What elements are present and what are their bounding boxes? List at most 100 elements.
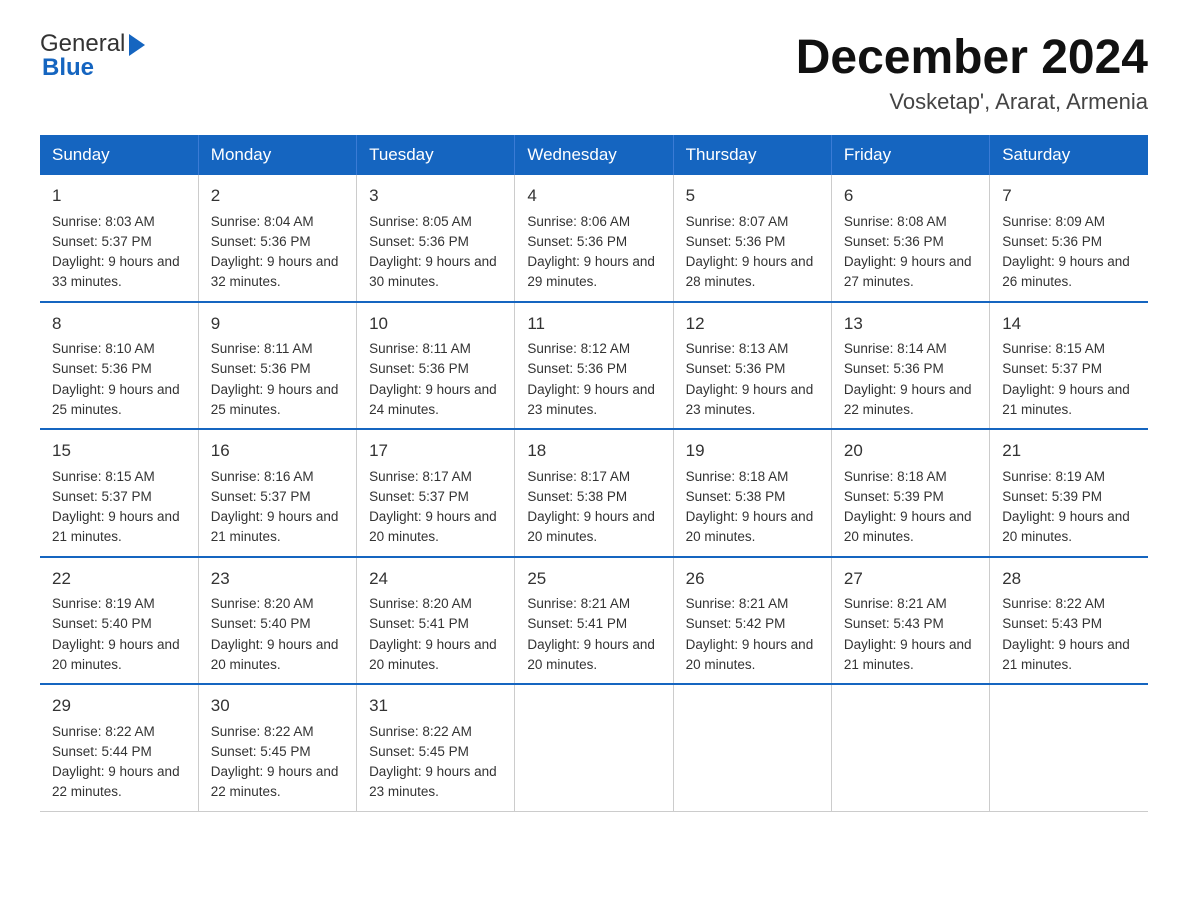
sunrise-text: Sunrise: 8:03 AM <box>52 214 155 229</box>
sunset-text: Sunset: 5:37 PM <box>211 489 311 504</box>
logo: General Blue <box>40 30 145 82</box>
daylight-text: Daylight: 9 hours and 22 minutes. <box>844 382 972 417</box>
sunset-text: Sunset: 5:41 PM <box>527 616 627 631</box>
sunrise-text: Sunrise: 8:21 AM <box>844 596 947 611</box>
sunset-text: Sunset: 5:36 PM <box>844 361 944 376</box>
table-row: 25Sunrise: 8:21 AMSunset: 5:41 PMDayligh… <box>515 557 673 685</box>
day-number: 16 <box>211 438 344 464</box>
sunset-text: Sunset: 5:38 PM <box>686 489 786 504</box>
sunset-text: Sunset: 5:39 PM <box>1002 489 1102 504</box>
sunset-text: Sunset: 5:40 PM <box>52 616 152 631</box>
table-row: 2Sunrise: 8:04 AMSunset: 5:36 PMDaylight… <box>198 175 356 302</box>
sunset-text: Sunset: 5:45 PM <box>369 744 469 759</box>
daylight-text: Daylight: 9 hours and 20 minutes. <box>211 637 339 672</box>
sunrise-text: Sunrise: 8:22 AM <box>52 724 155 739</box>
col-monday: Monday <box>198 135 356 175</box>
daylight-text: Daylight: 9 hours and 26 minutes. <box>1002 254 1130 289</box>
sunset-text: Sunset: 5:44 PM <box>52 744 152 759</box>
sunrise-text: Sunrise: 8:16 AM <box>211 469 314 484</box>
table-row: 10Sunrise: 8:11 AMSunset: 5:36 PMDayligh… <box>357 302 515 430</box>
day-number: 10 <box>369 311 502 337</box>
daylight-text: Daylight: 9 hours and 21 minutes. <box>211 509 339 544</box>
sunset-text: Sunset: 5:36 PM <box>211 361 311 376</box>
daylight-text: Daylight: 9 hours and 32 minutes. <box>211 254 339 289</box>
day-number: 30 <box>211 693 344 719</box>
day-number: 21 <box>1002 438 1136 464</box>
day-number: 7 <box>1002 183 1136 209</box>
daylight-text: Daylight: 9 hours and 22 minutes. <box>52 764 180 799</box>
daylight-text: Daylight: 9 hours and 20 minutes. <box>369 509 497 544</box>
sunset-text: Sunset: 5:40 PM <box>211 616 311 631</box>
table-row: 26Sunrise: 8:21 AMSunset: 5:42 PMDayligh… <box>673 557 831 685</box>
sunrise-text: Sunrise: 8:21 AM <box>686 596 789 611</box>
day-number: 18 <box>527 438 660 464</box>
col-sunday: Sunday <box>40 135 198 175</box>
daylight-text: Daylight: 9 hours and 21 minutes. <box>52 509 180 544</box>
sunset-text: Sunset: 5:36 PM <box>527 234 627 249</box>
daylight-text: Daylight: 9 hours and 20 minutes. <box>52 637 180 672</box>
sunrise-text: Sunrise: 8:17 AM <box>527 469 630 484</box>
table-row: 18Sunrise: 8:17 AMSunset: 5:38 PMDayligh… <box>515 429 673 557</box>
col-saturday: Saturday <box>990 135 1148 175</box>
daylight-text: Daylight: 9 hours and 21 minutes. <box>1002 637 1130 672</box>
sunrise-text: Sunrise: 8:14 AM <box>844 341 947 356</box>
sunset-text: Sunset: 5:37 PM <box>1002 361 1102 376</box>
sunrise-text: Sunrise: 8:08 AM <box>844 214 947 229</box>
title-block: December 2024 Vosketap', Ararat, Armenia <box>796 30 1148 115</box>
calendar-table: Sunday Monday Tuesday Wednesday Thursday… <box>40 135 1148 812</box>
sunrise-text: Sunrise: 8:13 AM <box>686 341 789 356</box>
sunrise-text: Sunrise: 8:10 AM <box>52 341 155 356</box>
sunset-text: Sunset: 5:37 PM <box>52 489 152 504</box>
sunset-text: Sunset: 5:36 PM <box>686 361 786 376</box>
sunrise-text: Sunrise: 8:09 AM <box>1002 214 1105 229</box>
table-row: 19Sunrise: 8:18 AMSunset: 5:38 PMDayligh… <box>673 429 831 557</box>
sunrise-text: Sunrise: 8:18 AM <box>686 469 789 484</box>
day-number: 26 <box>686 566 819 592</box>
calendar-week-row: 22 Sunrise: 8:19 AM Sunset: 5:40 PM Dayligh… <box>40 557 1148 685</box>
daylight-text: Daylight: 9 hours and 33 minutes. <box>52 254 180 289</box>
table-row: 27Sunrise: 8:21 AMSunset: 5:43 PMDayligh… <box>831 557 989 685</box>
sunrise-text: Sunrise: 8:19 AM <box>1002 469 1105 484</box>
table-row: 3Sunrise: 8:05 AMSunset: 5:36 PMDaylight… <box>357 175 515 302</box>
table-row: 14Sunrise: 8:15 AMSunset: 5:37 PMDayligh… <box>990 302 1148 430</box>
table-row: 7Sunrise: 8:09 AMSunset: 5:36 PMDaylight… <box>990 175 1148 302</box>
daylight-text: Daylight: 9 hours and 24 minutes. <box>369 382 497 417</box>
day-number: 22 <box>52 566 186 592</box>
table-row: 5Sunrise: 8:07 AMSunset: 5:36 PMDaylight… <box>673 175 831 302</box>
table-row <box>673 684 831 811</box>
sunrise-text: Sunrise: 8:19 AM <box>52 596 155 611</box>
day-number: 4 <box>527 183 660 209</box>
table-row <box>515 684 673 811</box>
col-friday: Friday <box>831 135 989 175</box>
daylight-text: Daylight: 9 hours and 22 minutes. <box>211 764 339 799</box>
sunset-text: Sunset: 5:37 PM <box>52 234 152 249</box>
sunrise-text: Sunrise: 8:17 AM <box>369 469 472 484</box>
sunrise-text: Sunrise: 8:15 AM <box>52 469 155 484</box>
table-row: 22 Sunrise: 8:19 AM Sunset: 5:40 PM Dayligh… <box>40 557 198 685</box>
calendar-header-row: Sunday Monday Tuesday Wednesday Thursday… <box>40 135 1148 175</box>
table-row: 31Sunrise: 8:22 AMSunset: 5:45 PMDayligh… <box>357 684 515 811</box>
daylight-text: Daylight: 9 hours and 28 minutes. <box>686 254 814 289</box>
month-title: December 2024 <box>796 30 1148 85</box>
daylight-text: Daylight: 9 hours and 29 minutes. <box>527 254 655 289</box>
table-row: 4Sunrise: 8:06 AMSunset: 5:36 PMDaylight… <box>515 175 673 302</box>
location-title: Vosketap', Ararat, Armenia <box>796 89 1148 115</box>
table-row: 21 Sunrise: 8:19 AM Sunset: 5:39 PM Dayligh… <box>990 429 1148 557</box>
day-number: 25 <box>527 566 660 592</box>
table-row: 30Sunrise: 8:22 AMSunset: 5:45 PMDayligh… <box>198 684 356 811</box>
table-row: 20Sunrise: 8:18 AMSunset: 5:39 PMDayligh… <box>831 429 989 557</box>
day-number: 9 <box>211 311 344 337</box>
sunrise-text: Sunrise: 8:15 AM <box>1002 341 1105 356</box>
calendar-week-row: 15 Sunrise: 8:15 AM Sunset: 5:37 PM Dayligh… <box>40 429 1148 557</box>
sunrise-text: Sunrise: 8:12 AM <box>527 341 630 356</box>
calendar-week-row: 29Sunrise: 8:22 AMSunset: 5:44 PMDayligh… <box>40 684 1148 811</box>
page-header: General Blue December 2024 Vosketap', Ar… <box>40 30 1148 115</box>
daylight-text: Daylight: 9 hours and 30 minutes. <box>369 254 497 289</box>
daylight-text: Daylight: 9 hours and 20 minutes. <box>686 509 814 544</box>
table-row: 9Sunrise: 8:11 AMSunset: 5:36 PMDaylight… <box>198 302 356 430</box>
daylight-text: Daylight: 9 hours and 20 minutes. <box>1002 509 1130 544</box>
daylight-text: Daylight: 9 hours and 20 minutes. <box>686 637 814 672</box>
day-number: 15 <box>52 438 186 464</box>
day-number: 2 <box>211 183 344 209</box>
daylight-text: Daylight: 9 hours and 25 minutes. <box>52 382 180 417</box>
